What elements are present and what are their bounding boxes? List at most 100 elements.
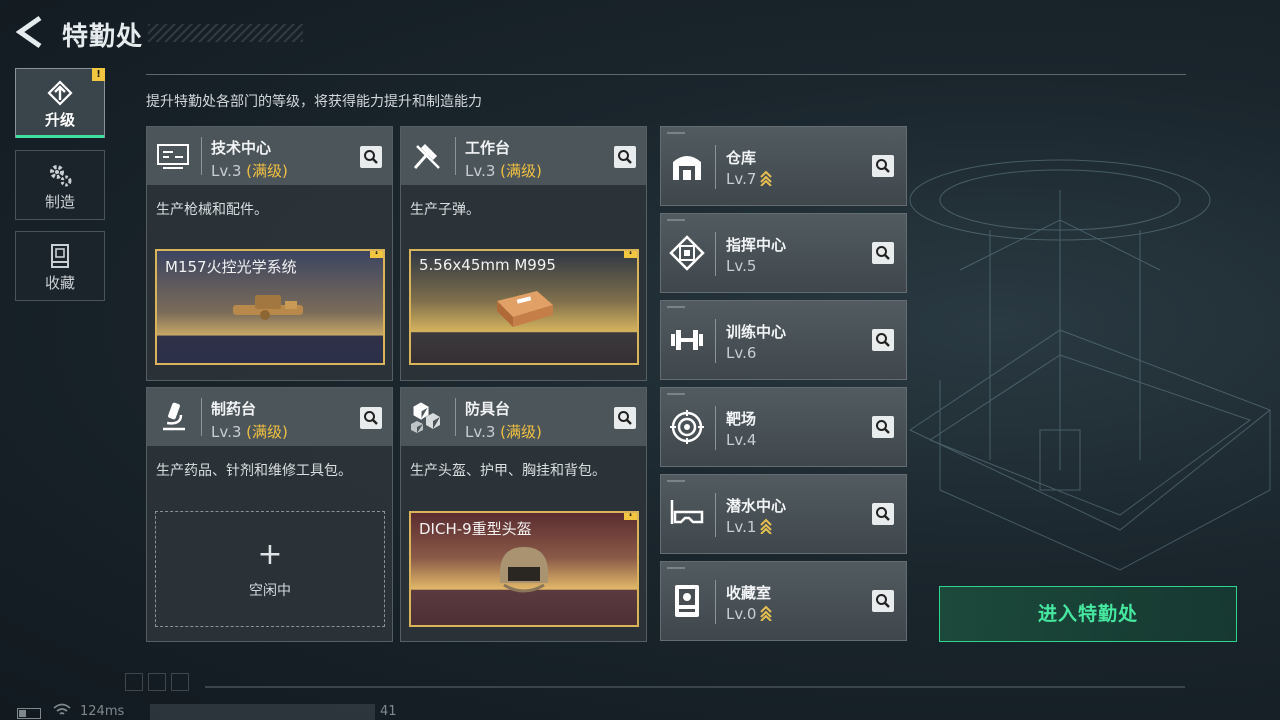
facility-name: 训练中心	[726, 323, 787, 341]
magnifier-icon[interactable]	[872, 503, 894, 525]
upgrade-chevrons-icon	[760, 605, 773, 621]
tab-collection[interactable]: 收藏	[15, 231, 105, 301]
facility-level: Lv.0	[726, 605, 773, 623]
warning-badge: !	[624, 251, 637, 258]
facility-level: Lv.5	[726, 257, 757, 275]
header-separator	[455, 137, 456, 175]
facility-collection-room[interactable]: 收藏室 Lv.0	[660, 561, 907, 641]
separator	[715, 493, 716, 537]
slot-title: 5.56x45mm M995	[419, 256, 556, 274]
battery-icon	[17, 708, 41, 719]
facility-name: 靶场	[726, 410, 757, 428]
warning-badge: !	[624, 513, 637, 520]
ammo-box-image	[497, 291, 553, 327]
facility-name: 仓库	[726, 149, 757, 167]
facility-shooting-range[interactable]: 靶场 Lv.4	[660, 387, 907, 467]
separator	[715, 406, 716, 450]
microscope-icon	[163, 402, 185, 431]
slot-title: M157火控光学系统	[165, 258, 297, 276]
magnifier-icon[interactable]	[872, 329, 894, 351]
command-center-icon	[669, 235, 705, 271]
upgrade-chevrons-icon	[760, 170, 773, 186]
card-level: Lv.3 (满级)	[211, 162, 288, 180]
facility-name: 指挥中心	[726, 236, 787, 254]
blueprint-background	[908, 159, 1271, 571]
title-decoration	[148, 24, 303, 42]
plus-icon: +	[257, 537, 283, 572]
back-arrow-icon[interactable]	[14, 14, 44, 50]
empty-slot-label: 空闲中	[249, 583, 291, 599]
production-slot[interactable]: 5.56x45mm M995 !	[409, 249, 639, 365]
card-name: 技术中心	[211, 139, 272, 157]
tab-label: 升级	[44, 111, 75, 129]
gear-icon	[50, 165, 72, 187]
enter-button[interactable]: 进入特勤处	[939, 586, 1237, 642]
slot-title: DICH-9重型头盔	[419, 520, 532, 538]
card-level: Lv.3 (满级)	[465, 162, 542, 180]
header-separator	[455, 398, 456, 436]
divider	[146, 74, 1186, 75]
tab-upgrade[interactable]: 升级 !	[15, 68, 105, 138]
card-workbench[interactable]: 工作台 Lv.3 (满级) 生产子弹。 5.56x45mm M995 !	[400, 126, 647, 381]
tech-center-icon	[157, 144, 189, 169]
tab-craft[interactable]: 制造	[15, 150, 105, 220]
card-production: 生产头盔、护甲、胸挂和背包。	[410, 463, 606, 479]
card-production: 生产枪械和配件。	[156, 202, 268, 218]
page-title: 特勤处	[62, 22, 144, 52]
facility-name: 潜水中心	[726, 497, 787, 515]
card-pharmacy[interactable]: 制药台 Lv.3 (满级) 生产药品、针剂和维修工具包。 + 空闲中	[146, 387, 393, 642]
status-bar-blur	[150, 704, 375, 720]
upgrade-chevrons-icon	[760, 518, 773, 534]
header-separator	[201, 398, 202, 436]
target-icon	[670, 410, 704, 444]
diving-mask-icon	[670, 500, 704, 524]
decor-square	[171, 673, 189, 691]
magnifier-icon[interactable]	[872, 242, 894, 264]
tab-label: 收藏	[44, 274, 75, 292]
magnifier-icon[interactable]	[872, 416, 894, 438]
collection-icon	[51, 244, 69, 268]
facility-command-center[interactable]: 指挥中心 Lv.5	[660, 213, 907, 293]
magnifier-icon[interactable]	[360, 146, 382, 168]
card-name: 制药台	[211, 400, 257, 418]
armor-cubes-icon	[411, 402, 440, 433]
scope-item-image	[233, 295, 303, 320]
magnifier-icon[interactable]	[360, 407, 382, 429]
magnifier-icon[interactable]	[614, 146, 636, 168]
upgrade-icon	[47, 80, 73, 106]
facility-diving-center[interactable]: 潜水中心 Lv.1	[660, 474, 907, 554]
production-slot[interactable]: DICH-9重型头盔 !	[409, 511, 639, 627]
card-production: 生产药品、针剂和维修工具包。	[156, 463, 352, 479]
production-slot[interactable]: M157火控光学系统 !	[155, 249, 385, 365]
facility-training-center[interactable]: 训练中心 Lv.6	[660, 300, 907, 380]
bottom-divider	[205, 686, 1185, 688]
tab-label: 制造	[44, 193, 75, 211]
empty-slot[interactable]: + 空闲中	[155, 511, 385, 627]
card-tech-center[interactable]: 技术中心 Lv.3 (满级) 生产枪械和配件。 M157火控光学系统 !	[146, 126, 393, 381]
helmet-image	[500, 547, 548, 593]
facility-name: 收藏室	[726, 584, 772, 602]
workbench-icon	[413, 144, 440, 169]
facility-level: Lv.7	[726, 170, 773, 188]
page-description: 提升特勤处各部门的等级，将获得能力提升和制造能力	[146, 94, 482, 110]
separator	[715, 232, 716, 276]
facility-warehouse[interactable]: 仓库 Lv.7	[660, 126, 907, 206]
wifi-icon	[53, 703, 71, 715]
dumbbell-icon	[671, 330, 703, 350]
decor-square	[148, 673, 166, 691]
magnifier-icon[interactable]	[872, 155, 894, 177]
magnifier-icon[interactable]	[614, 407, 636, 429]
card-level: Lv.3 (满级)	[211, 423, 288, 441]
status-suffix: 41	[380, 704, 397, 719]
warning-badge: !	[370, 251, 383, 258]
ping-text: 124ms	[80, 704, 125, 719]
card-name: 工作台	[465, 139, 511, 157]
card-production: 生产子弹。	[410, 202, 480, 218]
facility-level: Lv.6	[726, 344, 757, 362]
decor-square	[125, 673, 143, 691]
magnifier-icon[interactable]	[872, 590, 894, 612]
card-armor-bench[interactable]: 防具台 Lv.3 (满级) 生产头盔、护甲、胸挂和背包。 DICH-9重型头盔 …	[400, 387, 647, 642]
collection-room-icon	[675, 585, 699, 617]
warehouse-icon	[673, 156, 701, 180]
separator	[715, 580, 716, 624]
